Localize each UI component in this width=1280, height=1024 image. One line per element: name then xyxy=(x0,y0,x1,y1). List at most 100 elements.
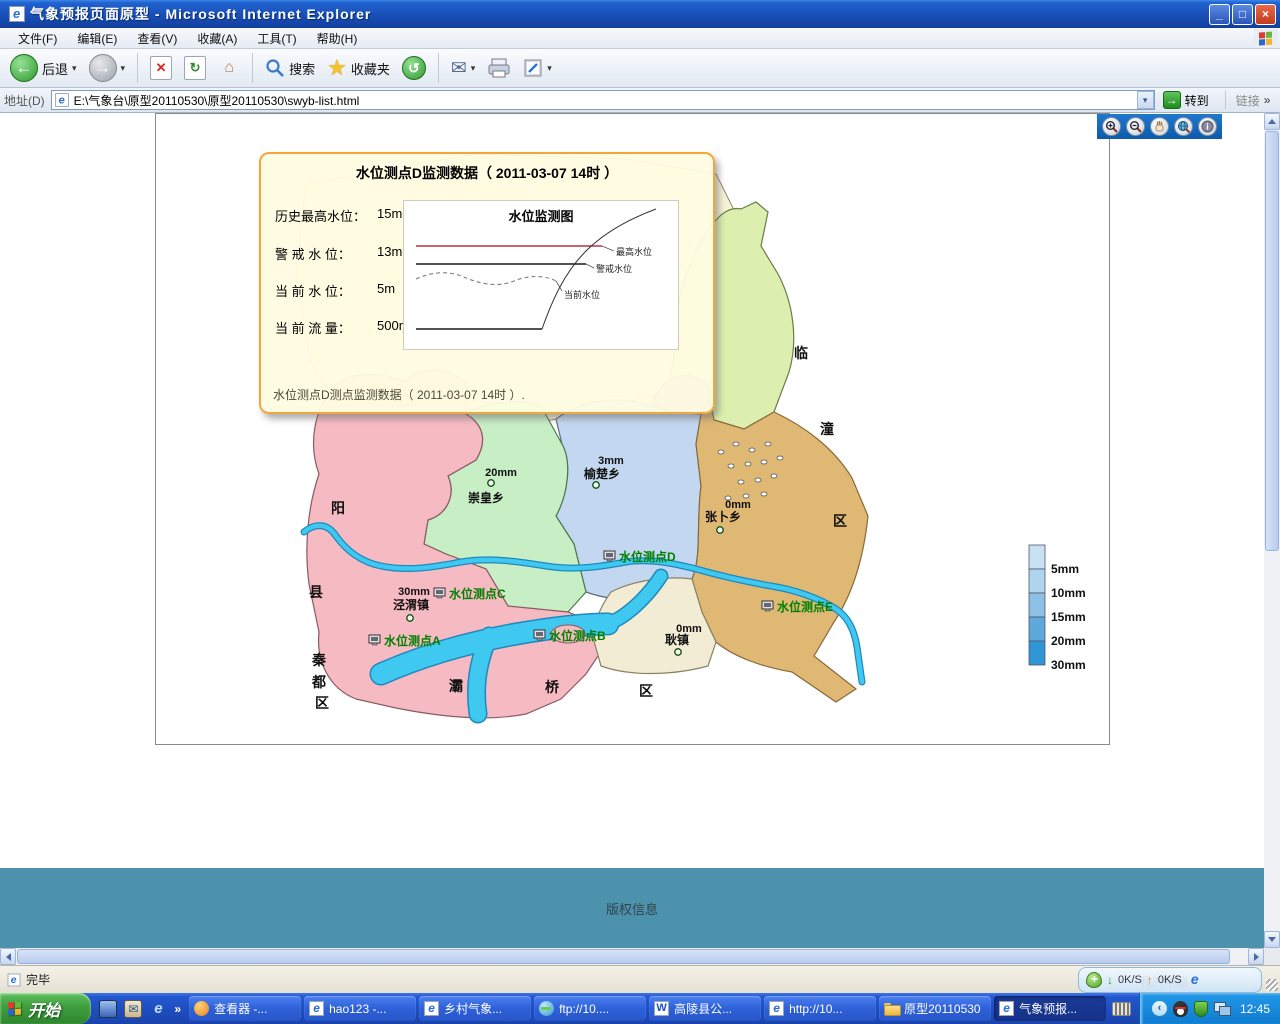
zoom-in-icon xyxy=(1105,120,1118,133)
back-dropdown-icon[interactable]: ▾ xyxy=(72,63,77,74)
menu-file[interactable]: 文件(F) xyxy=(8,28,67,49)
station-icon xyxy=(762,601,773,611)
scroll-up-button[interactable] xyxy=(1264,113,1280,130)
scroll-down-button[interactable] xyxy=(1264,931,1280,948)
address-dropdown-icon[interactable]: ▾ xyxy=(1137,91,1154,109)
history-button[interactable]: ↺ xyxy=(398,54,430,82)
taskbar: 开始 ✉ e » 查看器 -... e hao123 -... e 乡村气象..… xyxy=(0,993,1280,1024)
close-button[interactable]: × xyxy=(1255,4,1276,25)
search-icon xyxy=(265,58,285,78)
go-button[interactable]: → 转到 xyxy=(1161,90,1215,110)
menu-favorites[interactable]: 收藏(A) xyxy=(187,28,247,49)
task-weather-prototype[interactable]: e 气象预报... xyxy=(994,996,1106,1021)
svg-text:5mm: 5mm xyxy=(1051,562,1079,576)
keyboard-icon[interactable] xyxy=(1112,1002,1131,1016)
toolbar-separator xyxy=(137,53,138,83)
map-zoom-in-button[interactable] xyxy=(1102,117,1121,136)
chart-title: 水位监测图 xyxy=(508,209,573,224)
system-tray: ‹ 12:45 xyxy=(1139,993,1280,1024)
copyright-text: 版权信息 xyxy=(606,899,658,918)
horizontal-scroll-thumb[interactable] xyxy=(17,949,1230,964)
address-input[interactable]: E:\气象台\原型20110530\原型20110530\swyb-list.h… xyxy=(51,90,1155,110)
stop-icon: ✕ xyxy=(150,56,172,80)
task-folder[interactable]: 原型20110530 xyxy=(879,996,991,1021)
svg-text:水位测点B: 水位测点B xyxy=(549,628,606,643)
scroll-left-button[interactable] xyxy=(0,948,16,965)
menu-help[interactable]: 帮助(H) xyxy=(307,28,368,49)
map-zoom-out-button[interactable] xyxy=(1126,117,1145,136)
status-page-icon xyxy=(8,973,21,986)
go-arrow-icon: → xyxy=(1163,91,1181,109)
station-icon xyxy=(604,551,615,561)
task-http[interactable]: e http://10... xyxy=(764,996,876,1021)
station-icon xyxy=(369,635,380,645)
edit-button[interactable]: ▾ xyxy=(519,56,556,80)
region-label: 桥 xyxy=(545,679,560,695)
map-pan-button[interactable] xyxy=(1150,117,1169,136)
print-button[interactable] xyxy=(483,55,515,81)
task-hao123[interactable]: e hao123 -... xyxy=(304,996,416,1021)
svg-text:水位测点D: 水位测点D xyxy=(619,549,676,564)
network-tray-icon[interactable] xyxy=(1214,1002,1230,1015)
maximize-button[interactable]: □ xyxy=(1232,4,1253,25)
quicklaunch-more-icon[interactable]: » xyxy=(174,1002,181,1016)
minimize-button[interactable]: _ xyxy=(1209,4,1230,25)
vertical-scrollbar[interactable] xyxy=(1264,113,1280,948)
quicklaunch-mail-icon[interactable]: ✉ xyxy=(124,1000,142,1018)
forward-dropdown-icon[interactable]: ▾ xyxy=(121,63,126,74)
svg-text:榆楚乡: 榆楚乡 xyxy=(584,466,620,481)
scroll-right-button[interactable] xyxy=(1248,948,1264,965)
warning-level-label: 警戒水位 xyxy=(596,263,632,274)
menu-view[interactable]: 查看(V) xyxy=(127,28,187,49)
start-button[interactable]: 开始 xyxy=(0,993,91,1024)
status-text: 完毕 xyxy=(26,971,50,988)
links-button[interactable]: 链接 » xyxy=(1236,92,1271,109)
tray-collapse-icon[interactable]: ‹ xyxy=(1152,1001,1167,1016)
quicklaunch-phone-icon[interactable] xyxy=(99,1000,117,1018)
svg-text:崇皇乡: 崇皇乡 xyxy=(468,490,504,505)
antivirus-tray-icon[interactable] xyxy=(1194,1001,1208,1017)
svg-text:20mm: 20mm xyxy=(1051,634,1086,648)
mail-button[interactable]: ✉ ▾ xyxy=(447,55,479,82)
task-ftp[interactable]: ftp://10.... xyxy=(534,996,646,1021)
map-info-button[interactable]: i xyxy=(1198,117,1217,136)
task-buttons: 查看器 -... e hao123 -... e 乡村气象... ftp://1… xyxy=(189,996,1106,1021)
svg-text:3mm: 3mm xyxy=(598,455,624,467)
forward-button[interactable]: → ▾ xyxy=(85,52,130,84)
refresh-button[interactable]: ↻ xyxy=(180,54,210,82)
edit-dropdown-icon[interactable]: ▾ xyxy=(547,63,552,74)
quick-launch: ✉ e » xyxy=(91,1000,189,1018)
max-level-label: 最高水位 xyxy=(616,246,652,257)
task-word-doc[interactable]: W 高陵县公... xyxy=(649,996,761,1021)
horizontal-scrollbar[interactable] xyxy=(0,948,1264,965)
map-toolbar: i xyxy=(1097,114,1222,139)
home-button[interactable]: ⌂ xyxy=(214,54,244,82)
popup-footer-link[interactable]: 水位测点D测点监测数据（ 2011-03-07 14时 ）. xyxy=(273,386,525,403)
speed-monitor-widget[interactable]: ↓ 0K/S ↑ 0K/S e xyxy=(1078,967,1262,993)
current-level-label: 当前水位 xyxy=(564,289,600,300)
task-viewer[interactable]: 查看器 -... xyxy=(189,996,301,1021)
quicklaunch-ie-icon[interactable]: e xyxy=(149,1000,167,1018)
edit-icon xyxy=(523,58,543,78)
favorites-button[interactable]: ★ 收藏夹 xyxy=(323,53,394,83)
region-label: 区 xyxy=(315,695,329,711)
menu-edit[interactable]: 编辑(E) xyxy=(67,28,127,49)
svg-text:30mm: 30mm xyxy=(1051,658,1086,672)
task-rural-weather[interactable]: e 乡村气象... xyxy=(419,996,531,1021)
qq-tray-icon[interactable] xyxy=(1173,1001,1188,1017)
svg-text:20mm: 20mm xyxy=(485,467,517,479)
addressbar-separator xyxy=(1225,91,1226,109)
mail-dropdown-icon[interactable]: ▾ xyxy=(471,63,476,74)
menu-tools[interactable]: 工具(T) xyxy=(247,28,306,49)
app-icon xyxy=(9,6,25,22)
search-button[interactable]: 搜索 xyxy=(261,56,319,80)
map-full-extent-button[interactable] xyxy=(1174,117,1193,136)
region-label: 都 xyxy=(311,674,326,690)
svg-text:15mm: 15mm xyxy=(1051,610,1086,624)
vertical-scroll-thumb[interactable] xyxy=(1265,131,1279,551)
stop-button[interactable]: ✕ xyxy=(146,54,176,82)
svg-text:水位测点E: 水位测点E xyxy=(777,599,833,614)
region-label: 县 xyxy=(309,584,323,600)
back-button[interactable]: ← 后退 ▾ xyxy=(6,52,81,84)
region-label: 灞 xyxy=(449,678,463,694)
